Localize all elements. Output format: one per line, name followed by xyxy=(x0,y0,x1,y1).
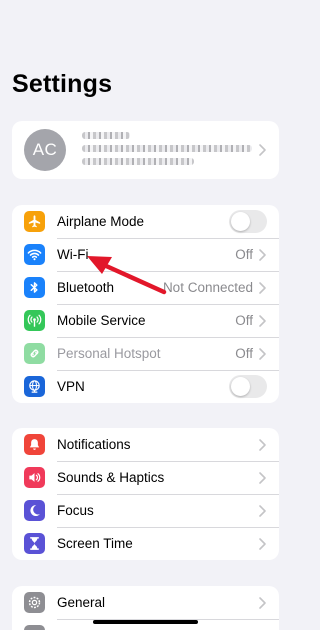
mobile-service-row[interactable]: Mobile Service Off xyxy=(12,304,279,337)
home-indicator xyxy=(93,620,198,624)
chevron-right-icon xyxy=(259,538,266,550)
settings-screen: Settings AC Airplane Mode Wi-Fi Off Blue… xyxy=(0,0,291,630)
chevron-right-icon xyxy=(259,348,266,360)
redacted-account-line-1 xyxy=(82,145,252,152)
chevron-right-icon xyxy=(259,282,266,294)
airplane-mode-row[interactable]: Airplane Mode xyxy=(12,205,279,238)
focus-label: Focus xyxy=(57,503,94,518)
avatar: AC xyxy=(24,129,66,171)
red-arrow-annotation xyxy=(87,256,167,295)
wifi-status: Off xyxy=(235,247,253,262)
wifi-icon xyxy=(24,244,45,265)
chevron-right-icon xyxy=(259,144,266,156)
chevron-right-icon xyxy=(259,315,266,327)
gear-icon xyxy=(24,592,45,613)
focus-row[interactable]: Focus xyxy=(12,494,279,527)
moon-icon xyxy=(24,500,45,521)
avatar-initials: AC xyxy=(32,140,58,159)
apple-account-card[interactable]: AC xyxy=(12,121,279,179)
notifications-row[interactable]: Notifications xyxy=(12,428,279,461)
speaker-icon xyxy=(24,467,45,488)
personal-hotspot-row[interactable]: Personal Hotspot Off xyxy=(12,337,279,370)
vpn-toggle[interactable] xyxy=(229,375,267,398)
chevron-right-icon xyxy=(259,597,266,609)
hotspot-icon xyxy=(24,343,45,364)
chevron-right-icon xyxy=(259,505,266,517)
notifications-group: Notifications Sounds & Haptics Focus Scr… xyxy=(12,428,279,560)
screen-time-label: Screen Time xyxy=(57,536,133,551)
personal-hotspot-status: Off xyxy=(235,346,253,361)
sounds-haptics-row[interactable]: Sounds & Haptics xyxy=(12,461,279,494)
vpn-row[interactable]: VPN xyxy=(12,370,279,403)
chevron-right-icon xyxy=(259,439,266,451)
airplane-icon xyxy=(24,211,45,232)
airplane-mode-label: Airplane Mode xyxy=(57,214,145,229)
mobile-service-label: Mobile Service xyxy=(57,313,146,328)
airplane-mode-toggle[interactable] xyxy=(229,210,267,233)
connectivity-group: Airplane Mode Wi-Fi Off Bluetooth Not Co… xyxy=(12,205,279,403)
hourglass-icon xyxy=(24,533,45,554)
page-title: Settings xyxy=(12,70,113,98)
bluetooth-status: Not Connected xyxy=(162,280,253,295)
general-label: General xyxy=(57,595,106,610)
chevron-right-icon xyxy=(259,472,266,484)
chevron-right-icon xyxy=(259,249,266,261)
bluetooth-icon xyxy=(24,277,45,298)
bell-icon xyxy=(24,434,45,455)
globe-icon xyxy=(24,376,45,397)
vpn-label: VPN xyxy=(57,379,85,394)
screen-time-row[interactable]: Screen Time xyxy=(12,527,279,560)
antenna-icon xyxy=(24,310,45,331)
notifications-label: Notifications xyxy=(57,437,131,452)
sounds-haptics-label: Sounds & Haptics xyxy=(57,470,165,485)
general-row[interactable]: General xyxy=(12,586,279,619)
mobile-service-status: Off xyxy=(235,313,253,328)
redacted-account-line-2 xyxy=(82,158,194,165)
redacted-name xyxy=(82,132,130,139)
personal-hotspot-label: Personal Hotspot xyxy=(57,346,161,361)
settings-row-icon xyxy=(24,625,45,630)
